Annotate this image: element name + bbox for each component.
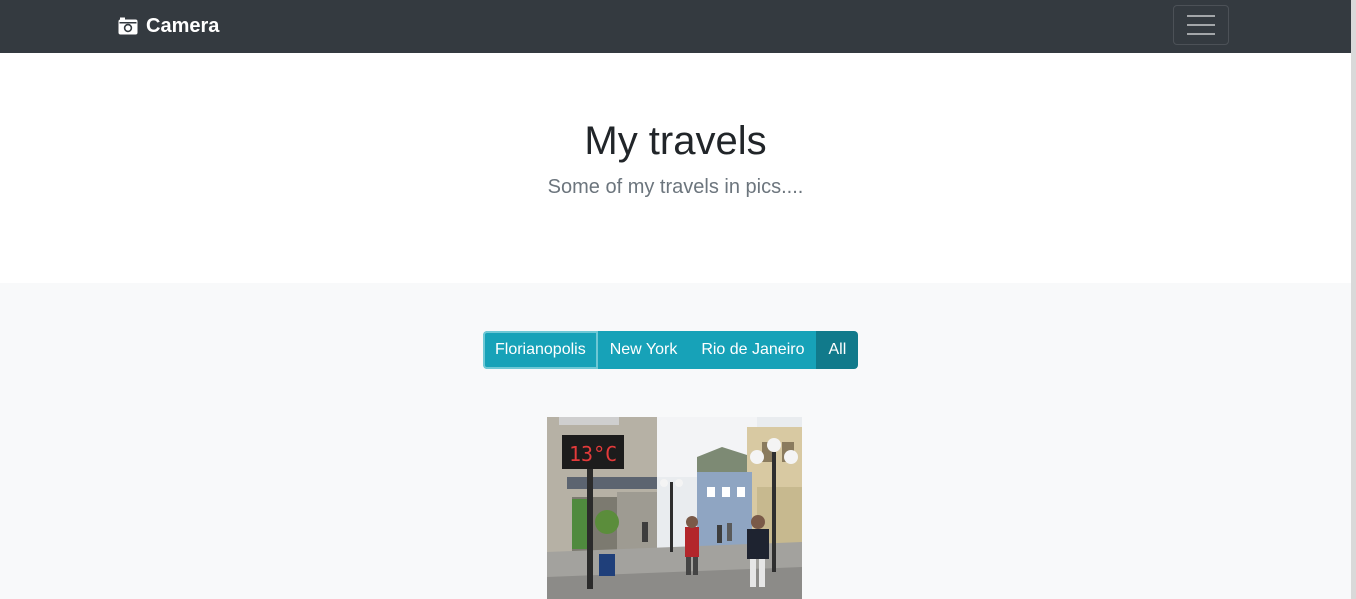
filter-all-button[interactable]: All — [816, 331, 859, 369]
camera-icon — [118, 17, 138, 35]
scrollbar[interactable] — [1351, 0, 1356, 599]
page-subtitle: Some of my travels in pics.... — [547, 176, 804, 198]
page-title: My travels — [584, 119, 767, 163]
brand-label: Camera — [146, 14, 220, 37]
hamburger-icon-line — [1187, 15, 1215, 17]
navbar-brand[interactable]: Camera — [118, 13, 219, 39]
gallery-photo[interactable]: 13°C — [547, 417, 802, 599]
temperature-display: 13°C — [569, 442, 617, 466]
filter-rio-de-janeiro-button[interactable]: Rio de Janeiro — [689, 331, 817, 369]
filter-button-group: Florianopolis New York Rio de Janeiro Al… — [483, 331, 859, 369]
street-scene-photo: 13°C — [547, 417, 802, 599]
hamburger-icon-line — [1187, 33, 1215, 35]
hero-section: My travels Some of my travels in pics...… — [0, 53, 1351, 283]
filter-new-york-button[interactable]: New York — [597, 331, 690, 369]
navbar-toggle-button[interactable] — [1173, 5, 1229, 45]
filter-florianopolis-button[interactable]: Florianopolis — [483, 331, 598, 369]
hamburger-icon-line — [1187, 24, 1215, 26]
navbar: Camera — [0, 0, 1351, 53]
